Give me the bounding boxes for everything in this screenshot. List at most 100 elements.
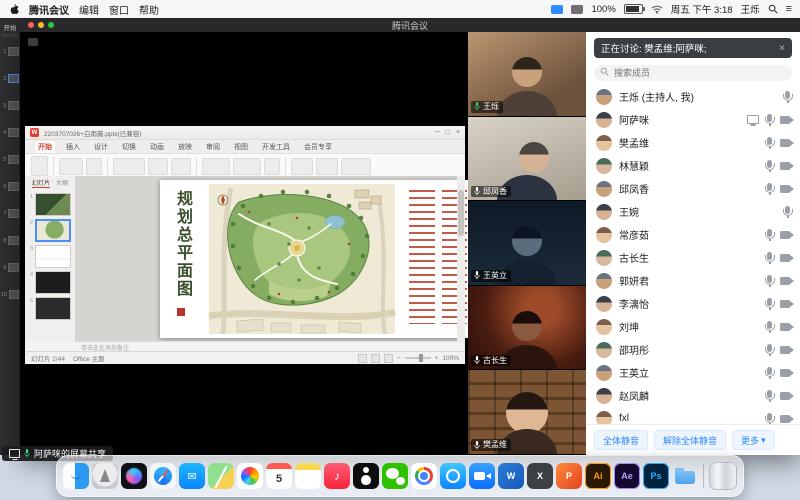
background-wps-window[interactable]: 开始 1 2 3 4 5 6 7 8 9 10 bbox=[0, 18, 20, 455]
mic-icon[interactable] bbox=[767, 413, 772, 421]
camera-icon[interactable] bbox=[780, 185, 790, 193]
ribbon-button[interactable] bbox=[291, 158, 313, 175]
dock-pdf[interactable]: P bbox=[556, 463, 582, 489]
dock-browser[interactable] bbox=[440, 463, 466, 489]
participant-row[interactable]: 王英立 bbox=[586, 361, 800, 384]
mic-icon[interactable] bbox=[767, 275, 772, 283]
mic-icon[interactable] bbox=[767, 321, 772, 329]
view-slideshow-icon[interactable] bbox=[384, 354, 393, 363]
wps-thumb[interactable]: 4 bbox=[27, 271, 73, 294]
camera-icon[interactable] bbox=[780, 392, 790, 400]
dock-xmind[interactable]: X bbox=[527, 463, 553, 489]
wps-panel-tab-slides[interactable]: 幻灯片 bbox=[32, 178, 50, 188]
camera-icon[interactable] bbox=[780, 231, 790, 239]
dock-music[interactable]: ♪ bbox=[324, 463, 350, 489]
dock-illustrator[interactable]: Ai bbox=[585, 463, 611, 489]
participant-row[interactable]: 赵凤麟 bbox=[586, 384, 800, 407]
participant-row[interactable]: 林慧颖 bbox=[586, 154, 800, 177]
participant-row[interactable]: 邵玥彤 bbox=[586, 338, 800, 361]
dock-finder[interactable] bbox=[63, 463, 89, 489]
participant-row[interactable]: 古长生 bbox=[586, 246, 800, 269]
dock-mail[interactable]: ✉ bbox=[179, 463, 205, 489]
ribbon-button[interactable] bbox=[148, 158, 168, 175]
ribbon-button[interactable] bbox=[264, 158, 280, 175]
video-tile[interactable]: 邱凤香 bbox=[468, 117, 586, 202]
mic-icon[interactable] bbox=[767, 390, 772, 398]
meeting-titlebar[interactable]: 腾讯会议 bbox=[20, 18, 800, 32]
apple-icon[interactable] bbox=[8, 3, 19, 16]
mic-icon[interactable] bbox=[785, 91, 790, 99]
bg-slide-thumb[interactable]: 10 bbox=[1, 290, 19, 299]
camera-icon[interactable] bbox=[780, 323, 790, 331]
wps-tab-home[interactable]: 开始 bbox=[35, 141, 55, 153]
bg-slide-thumb[interactable]: 1 bbox=[1, 47, 19, 56]
wps-tab-insert[interactable]: 插入 bbox=[63, 141, 83, 153]
ribbon-button[interactable] bbox=[202, 158, 230, 175]
ribbon-button[interactable] bbox=[59, 158, 83, 175]
camera-icon[interactable] bbox=[780, 162, 790, 170]
ribbon-button[interactable] bbox=[316, 158, 338, 175]
wifi-icon[interactable] bbox=[651, 5, 663, 14]
wps-close-icon[interactable]: × bbox=[456, 129, 460, 136]
participant-row[interactable]: 邱凤香 bbox=[586, 177, 800, 200]
bg-slide-thumb[interactable]: 9 bbox=[1, 263, 19, 272]
mic-icon[interactable] bbox=[767, 344, 772, 352]
dock-chrome[interactable] bbox=[411, 463, 437, 489]
dock-after-effects[interactable]: Ae bbox=[614, 463, 640, 489]
spotlight-icon[interactable] bbox=[768, 4, 778, 14]
mic-icon[interactable] bbox=[767, 252, 772, 260]
ribbon-button[interactable] bbox=[341, 158, 371, 175]
wps-scrollbar[interactable] bbox=[457, 176, 465, 342]
wps-thumb[interactable]: 3 bbox=[27, 245, 73, 268]
wps-tab-slideshow[interactable]: 放映 bbox=[175, 141, 195, 153]
bg-slide-thumb[interactable]: 4 bbox=[1, 128, 19, 137]
wps-tab-member[interactable]: 会员专享 bbox=[301, 141, 335, 153]
wps-tab-animation[interactable]: 动画 bbox=[147, 141, 167, 153]
current-slide[interactable]: 规划总平面图 bbox=[160, 180, 468, 338]
mic-icon[interactable] bbox=[767, 160, 772, 168]
bg-slide-thumb[interactable]: 6 bbox=[1, 182, 19, 191]
dock-safari[interactable] bbox=[150, 463, 176, 489]
control-center-icon[interactable]: ≡ bbox=[786, 3, 792, 15]
wps-tab-design[interactable]: 设计 bbox=[91, 141, 111, 153]
camera-icon[interactable] bbox=[780, 300, 790, 308]
camera-icon[interactable] bbox=[780, 369, 790, 377]
ribbon-button[interactable] bbox=[171, 158, 191, 175]
meeting-status-icon[interactable] bbox=[551, 5, 563, 14]
unmute-all-button[interactable]: 解除全体静音 bbox=[654, 430, 726, 450]
wps-thumb[interactable]: 5 bbox=[27, 297, 73, 320]
camera-icon[interactable] bbox=[780, 116, 790, 124]
menu-edit[interactable]: 编辑 bbox=[79, 2, 99, 17]
participant-row[interactable]: 刘坤 bbox=[586, 315, 800, 338]
ribbon-button[interactable] bbox=[113, 158, 145, 175]
dock-photoshop[interactable]: Ps bbox=[643, 463, 669, 489]
participant-row[interactable]: 樊孟维 bbox=[586, 131, 800, 154]
more-button[interactable]: 更多▾ bbox=[732, 430, 775, 450]
ribbon-button[interactable] bbox=[233, 158, 261, 175]
participant-row[interactable]: 郭妍君 bbox=[586, 269, 800, 292]
mic-icon[interactable] bbox=[767, 183, 772, 191]
camera-icon[interactable] bbox=[780, 139, 790, 147]
participant-row[interactable]: 王婉 bbox=[586, 200, 800, 223]
dock-calendar[interactable]: 5 bbox=[266, 463, 292, 489]
bg-slide-thumb[interactable]: 5 bbox=[1, 155, 19, 164]
camera-icon[interactable] bbox=[780, 277, 790, 285]
wps-thumb[interactable]: 2 bbox=[27, 219, 73, 242]
zoom-slider[interactable] bbox=[405, 357, 431, 359]
menu-clock[interactable]: 周五 下午 3:18 bbox=[671, 2, 733, 16]
wps-tab-review[interactable]: 审阅 bbox=[203, 141, 223, 153]
view-sorter-icon[interactable] bbox=[371, 354, 380, 363]
mute-all-button[interactable]: 全体静音 bbox=[594, 430, 648, 450]
mic-icon[interactable] bbox=[767, 367, 772, 375]
participant-row[interactable]: 阿萨咪 bbox=[586, 108, 800, 131]
bg-slide-thumb[interactable]: 7 bbox=[1, 209, 19, 218]
camera-icon[interactable] bbox=[780, 254, 790, 262]
zoom-out-icon[interactable]: − bbox=[397, 355, 401, 362]
dock-word[interactable]: W bbox=[498, 463, 524, 489]
video-tile[interactable]: 古长生 bbox=[468, 286, 586, 371]
window-traffic-lights[interactable] bbox=[28, 22, 54, 28]
dock-trash[interactable] bbox=[709, 462, 737, 490]
video-tile[interactable]: 王英立 bbox=[468, 201, 586, 286]
ribbon-button[interactable] bbox=[86, 158, 102, 175]
camera-icon[interactable] bbox=[780, 415, 790, 423]
